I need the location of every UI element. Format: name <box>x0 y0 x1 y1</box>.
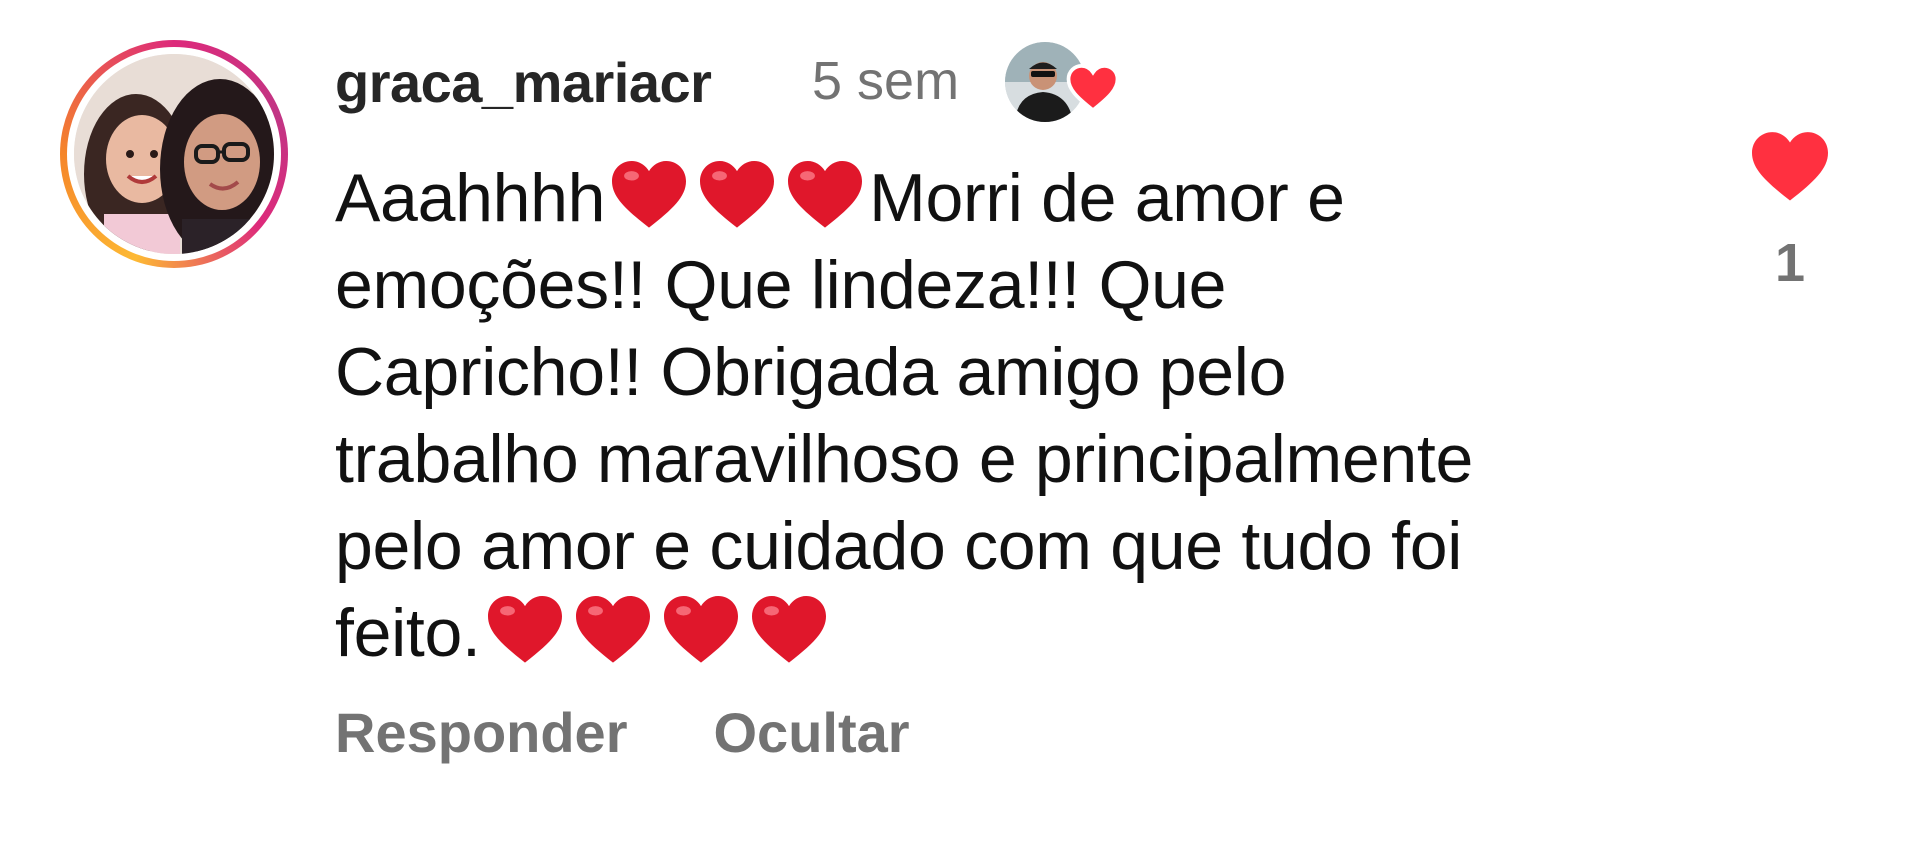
comment-timestamp: 5 sem <box>812 51 960 111</box>
reply-button[interactable]: Responder <box>335 700 628 765</box>
heart-emoji-icon <box>788 161 863 228</box>
comment-text: Aaahhhh Morri de amor e emoções!! Que lin… <box>335 155 1665 677</box>
heart-emoji-icon <box>575 596 650 663</box>
hide-button[interactable]: Ocultar <box>714 700 910 765</box>
heart-emoji-icon <box>612 161 687 228</box>
heart-emoji-icon <box>700 161 775 228</box>
heart-filled-icon[interactable] <box>1748 128 1832 204</box>
comment-text-part-1: Aaahhhh <box>335 160 606 236</box>
profile-photo-icon <box>74 54 274 254</box>
avatar[interactable] <box>60 40 288 268</box>
avatar-photo <box>74 54 274 254</box>
heart-emoji-icon <box>663 596 738 663</box>
heart-emoji-icon <box>487 596 562 663</box>
creator-liked-indicator[interactable] <box>1005 40 1125 130</box>
comment-actions: Responder Ocultar <box>335 700 910 765</box>
comment-item: graca_mariacr 5 sem Aaahhhh Morri de amor… <box>0 0 1920 842</box>
comment-like: 1 <box>1740 128 1840 294</box>
like-count[interactable]: 1 <box>1740 232 1840 294</box>
heart-icon <box>1066 63 1120 113</box>
comment-username[interactable]: graca_mariacr <box>335 50 712 115</box>
heart-emoji-icon <box>751 596 826 663</box>
